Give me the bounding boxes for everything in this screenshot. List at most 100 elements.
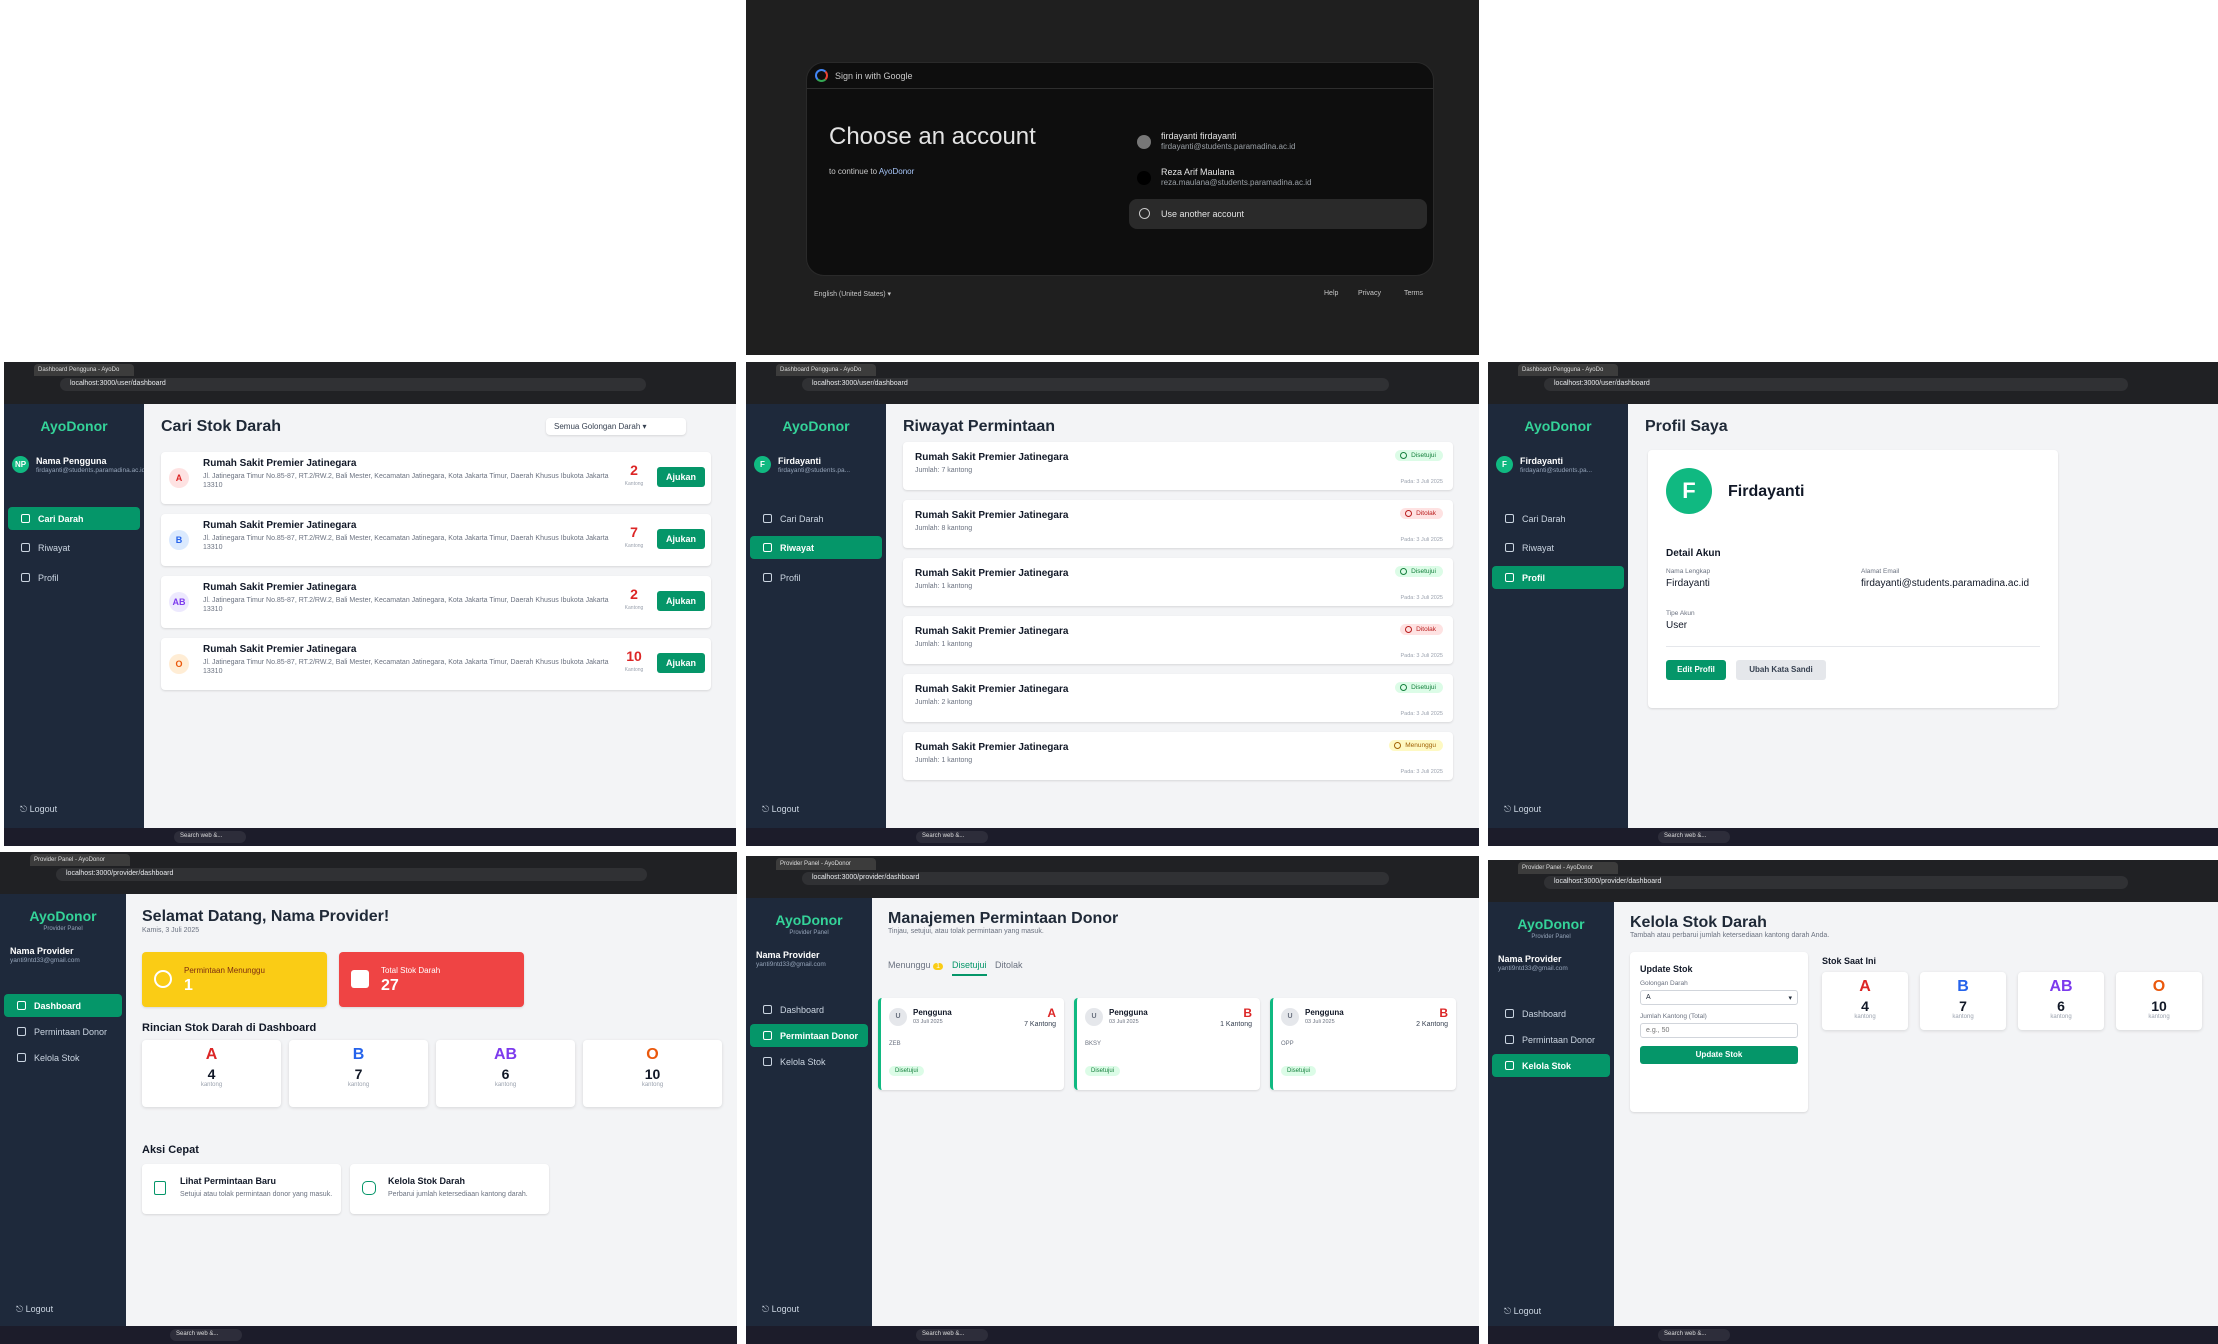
terms-link[interactable]: Terms — [1404, 290, 1423, 297]
blood-stock-card: AB 6 kantong — [2018, 972, 2104, 1030]
tab-menunggu[interactable]: Menunggu 1 — [888, 960, 943, 970]
blood-type-badge: B — [169, 530, 189, 550]
stock-value: 10 — [2151, 998, 2167, 1014]
brand-logo: AyoDonor — [40, 418, 108, 434]
taskbar-search[interactable]: Search web &... — [916, 831, 988, 843]
taskbar-search[interactable]: Search web &... — [174, 831, 246, 843]
database-icon — [763, 1057, 772, 1066]
privacy-link[interactable]: Privacy — [1358, 290, 1381, 297]
browser-tab[interactable]: Dashboard Pengguna - AyoDo — [1518, 364, 1618, 376]
ajukan-button[interactable]: Ajukan — [657, 529, 705, 549]
blood-type-select[interactable]: A ▾ — [1640, 990, 1798, 1005]
page-title: Manajemen Permintaan Donor — [888, 910, 1119, 927]
change-password-button[interactable]: Ubah Kata Sandi — [1736, 660, 1826, 680]
ajukan-button[interactable]: Ajukan — [657, 653, 705, 673]
stock-value: 6 — [501, 1066, 510, 1082]
unit-label: Kantong — [624, 605, 644, 611]
ajukan-button[interactable]: Ajukan — [657, 467, 705, 487]
blood-type-filter[interactable]: Semua Golongan Darah ▾ — [546, 418, 686, 435]
logout-button[interactable]: ⎋ Logout — [762, 1304, 799, 1315]
date-text: Kamis, 3 Juli 2025 — [142, 927, 200, 934]
blood-type-label: A — [1047, 1006, 1056, 1020]
address-bar[interactable]: localhost:3000/provider/dashboard — [1544, 876, 2128, 889]
status-icon — [1400, 684, 1408, 691]
request-history-row: Rumah Sakit Premier Jatinegara Jumlah: 1 … — [903, 732, 1453, 780]
update-stock-button[interactable]: Update Stok — [1640, 1046, 1798, 1064]
window-cari-darah: Dashboard Pengguna - AyoDo localhost:3000… — [4, 362, 736, 846]
sidebar-item-cari-darah[interactable]: Cari Darah — [1492, 507, 1624, 530]
hospital-name: Rumah Sakit Premier Jatinegara — [915, 568, 1069, 579]
edit-profile-button[interactable]: Edit Profil — [1666, 660, 1726, 680]
window-profil: Dashboard Pengguna - AyoDo localhost:3000… — [1488, 362, 2218, 846]
browser-tab[interactable]: Dashboard Pengguna - AyoDo — [34, 364, 134, 376]
language-select[interactable]: English (United States) ▾ — [814, 290, 891, 298]
sidebar-item-permintaan[interactable]: Permintaan Donor — [750, 1024, 868, 1047]
blood-stock-card: A 4 kantong — [1822, 972, 1908, 1030]
section-title: Aksi Cepat — [142, 1144, 199, 1156]
unit-label: Kantong — [624, 481, 644, 487]
tab-disetujui[interactable]: Disetujui — [952, 960, 987, 976]
address-bar[interactable]: localhost:3000/user/dashboard — [802, 378, 1389, 391]
sidebar-item-dashboard[interactable]: Dashboard — [4, 994, 122, 1017]
taskbar-search[interactable]: Search web &... — [916, 1329, 988, 1341]
sidebar-item-permintaan[interactable]: Permintaan Donor — [4, 1020, 122, 1043]
sidebar-item-kelola[interactable]: Kelola Stok — [4, 1046, 122, 1069]
request-history-row: Rumah Sakit Premier Jatinegara Jumlah: 2 … — [903, 674, 1453, 722]
taskbar-search[interactable]: Search web &... — [170, 1329, 242, 1341]
quick-action-stock[interactable]: Kelola Stok Darah Perbarui jumlah keterse… — [350, 1164, 549, 1214]
sidebar-item-riwayat[interactable]: Riwayat — [750, 536, 882, 559]
logout-button[interactable]: ⎋ Logout — [1504, 1306, 1541, 1317]
tab-ditolak[interactable]: Ditolak — [995, 960, 1023, 970]
taskbar-search[interactable]: Search web &... — [1658, 1329, 1730, 1341]
logout-button[interactable]: ⎋ Logout — [20, 804, 57, 815]
unit-label: kantong — [1854, 1014, 1876, 1020]
main-content: Riwayat Permintaan Rumah Sakit Premier J… — [886, 404, 1479, 828]
address-bar[interactable]: localhost:3000/user/dashboard — [1544, 378, 2128, 391]
sidebar-item-profil[interactable]: Profil — [8, 566, 140, 589]
main-content: Profil Saya F Firdayanti Detail Akun Nam… — [1628, 404, 2218, 828]
browser-tab[interactable]: Provider Panel - AyoDonor — [1518, 862, 1618, 874]
browser-tab[interactable]: Dashboard Pengguna - AyoDo — [776, 364, 876, 376]
hospital-stock-row: AB Rumah Sakit Premier Jatinegara Jl. Jati… — [161, 576, 711, 628]
taskbar: Search web &... — [1488, 1326, 2218, 1344]
quick-action-requests[interactable]: Lihat Permintaan Baru Setujui atau tolak … — [142, 1164, 341, 1214]
taskbar: Search web &... — [746, 1326, 1479, 1344]
sidebar-item-riwayat[interactable]: Riwayat — [1492, 536, 1624, 559]
sidebar-item-profil[interactable]: Profil — [1492, 566, 1624, 589]
logout-button[interactable]: ⎋ Logout — [762, 804, 799, 815]
taskbar-search[interactable]: Search web &... — [1658, 831, 1730, 843]
quantity-input[interactable] — [1640, 1023, 1798, 1038]
continue-text: to continue to AyoDonor — [829, 167, 915, 176]
browser-tab[interactable]: Provider Panel - AyoDonor — [776, 858, 876, 870]
address-bar[interactable]: localhost:3000/user/dashboard — [60, 378, 646, 391]
sidebar-item-kelola[interactable]: Kelola Stok — [750, 1050, 868, 1073]
hospital-address: Jl. Jatinegara Timur No.85-87, RT.2/RW.2… — [203, 535, 609, 551]
unit-label: kantong — [494, 1082, 517, 1088]
status-badge: Ditolak — [1400, 624, 1443, 635]
address-bar[interactable]: localhost:3000/provider/dashboard — [56, 868, 647, 881]
request-date: Pada: 3 Juli 2025 — [1400, 537, 1443, 543]
sidebar-item-dashboard[interactable]: Dashboard — [1492, 1002, 1610, 1025]
request-amount: Jumlah: 7 kantong — [915, 467, 973, 474]
logout-button[interactable]: ⎋ Logout — [1504, 804, 1541, 815]
ajukan-button[interactable]: Ajukan — [657, 591, 705, 611]
sidebar-item-cari-darah[interactable]: Cari Darah — [8, 507, 140, 530]
unit-label: kantong — [200, 1082, 223, 1088]
sidebar-item-dashboard[interactable]: Dashboard — [750, 998, 868, 1021]
blood-type-label: B — [352, 1046, 365, 1063]
sidebar-item-profil[interactable]: Profil — [750, 566, 882, 589]
sidebar-item-permintaan[interactable]: Permintaan Donor — [1492, 1028, 1610, 1051]
app-link[interactable]: AyoDonor — [879, 167, 914, 176]
use-another-account[interactable]: Use another account — [1129, 199, 1427, 229]
browser-tab[interactable]: Provider Panel - AyoDonor — [30, 854, 130, 866]
address-bar[interactable]: localhost:3000/provider/dashboard — [802, 872, 1389, 885]
logout-button[interactable]: ⎋ Logout — [16, 1304, 53, 1315]
sidebar-item-kelola[interactable]: Kelola Stok — [1492, 1054, 1610, 1077]
request-note: ZEB — [889, 1041, 901, 1047]
sidebar-item-riwayat[interactable]: Riwayat — [8, 536, 140, 559]
sign-in-header: Sign in with Google — [835, 71, 913, 81]
help-link[interactable]: Help — [1324, 290, 1338, 297]
sidebar-item-cari-darah[interactable]: Cari Darah — [750, 507, 882, 530]
hospital-name: Rumah Sakit Premier Jatinegara — [203, 520, 357, 531]
blood-stock-card: O 10 kantong — [583, 1040, 722, 1107]
